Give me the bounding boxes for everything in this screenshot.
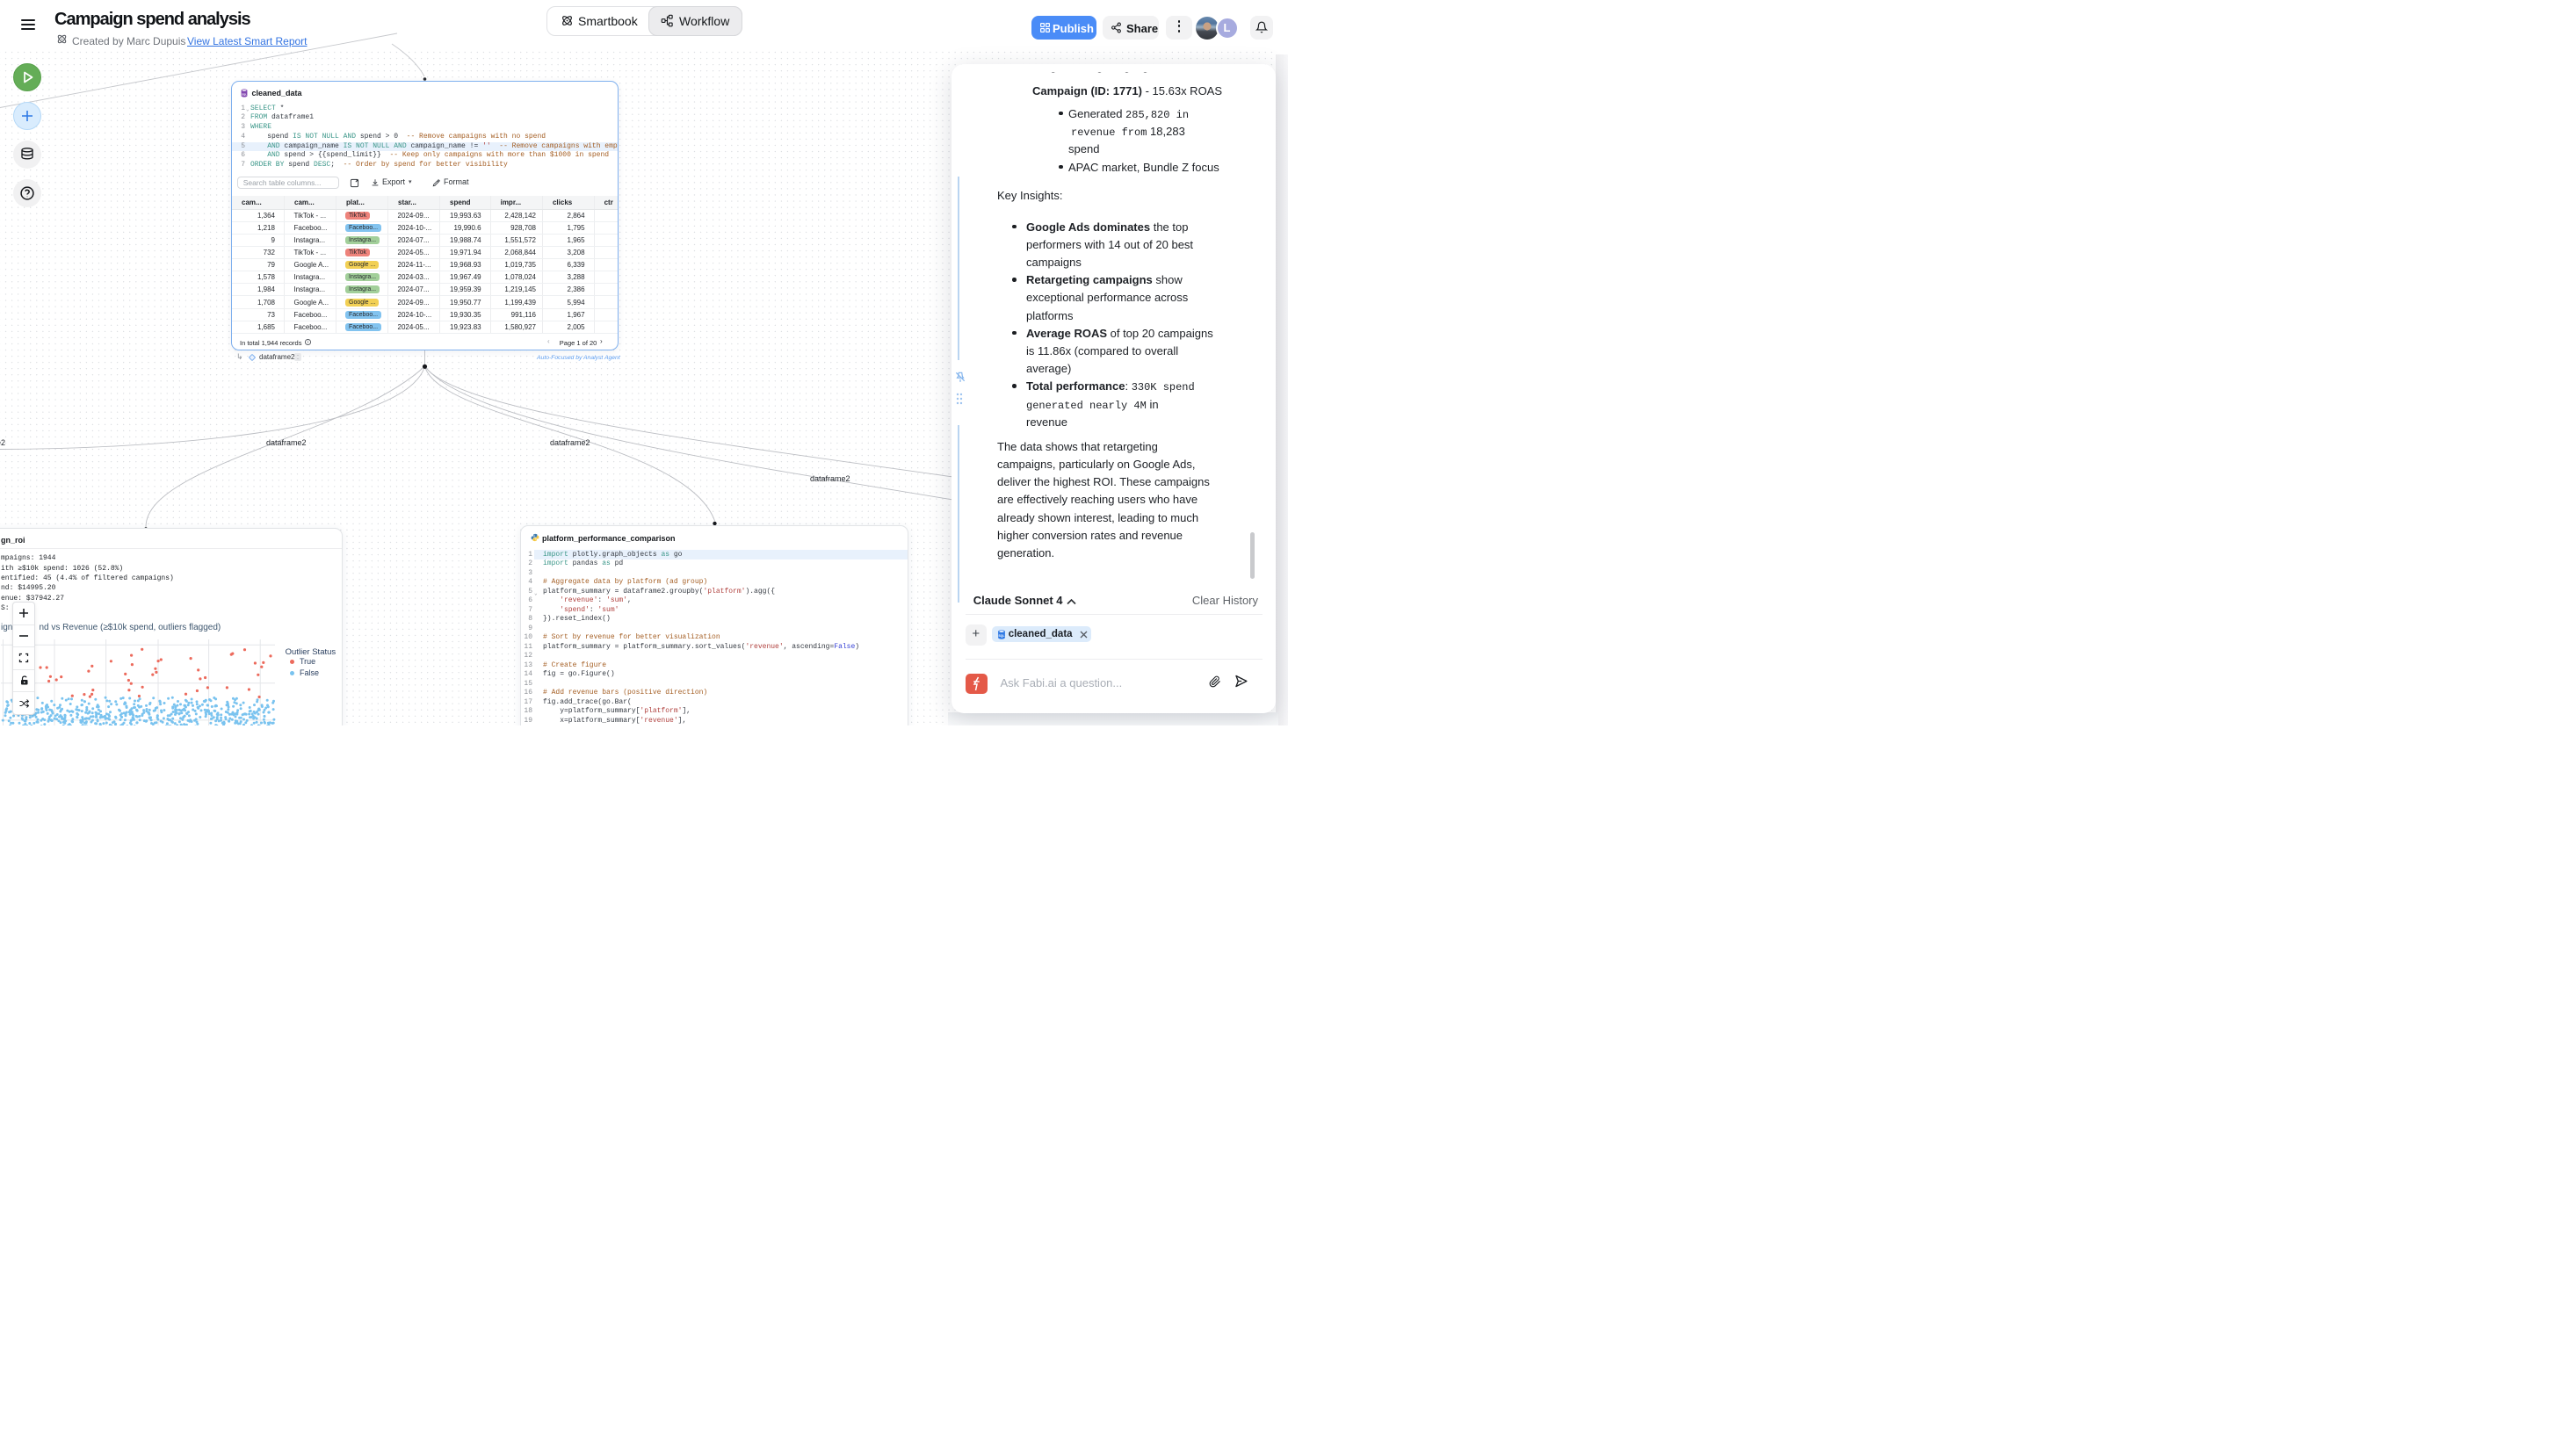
svg-text:SQL: SQL	[241, 92, 246, 96]
svg-text:SQL: SQL	[998, 634, 1004, 638]
